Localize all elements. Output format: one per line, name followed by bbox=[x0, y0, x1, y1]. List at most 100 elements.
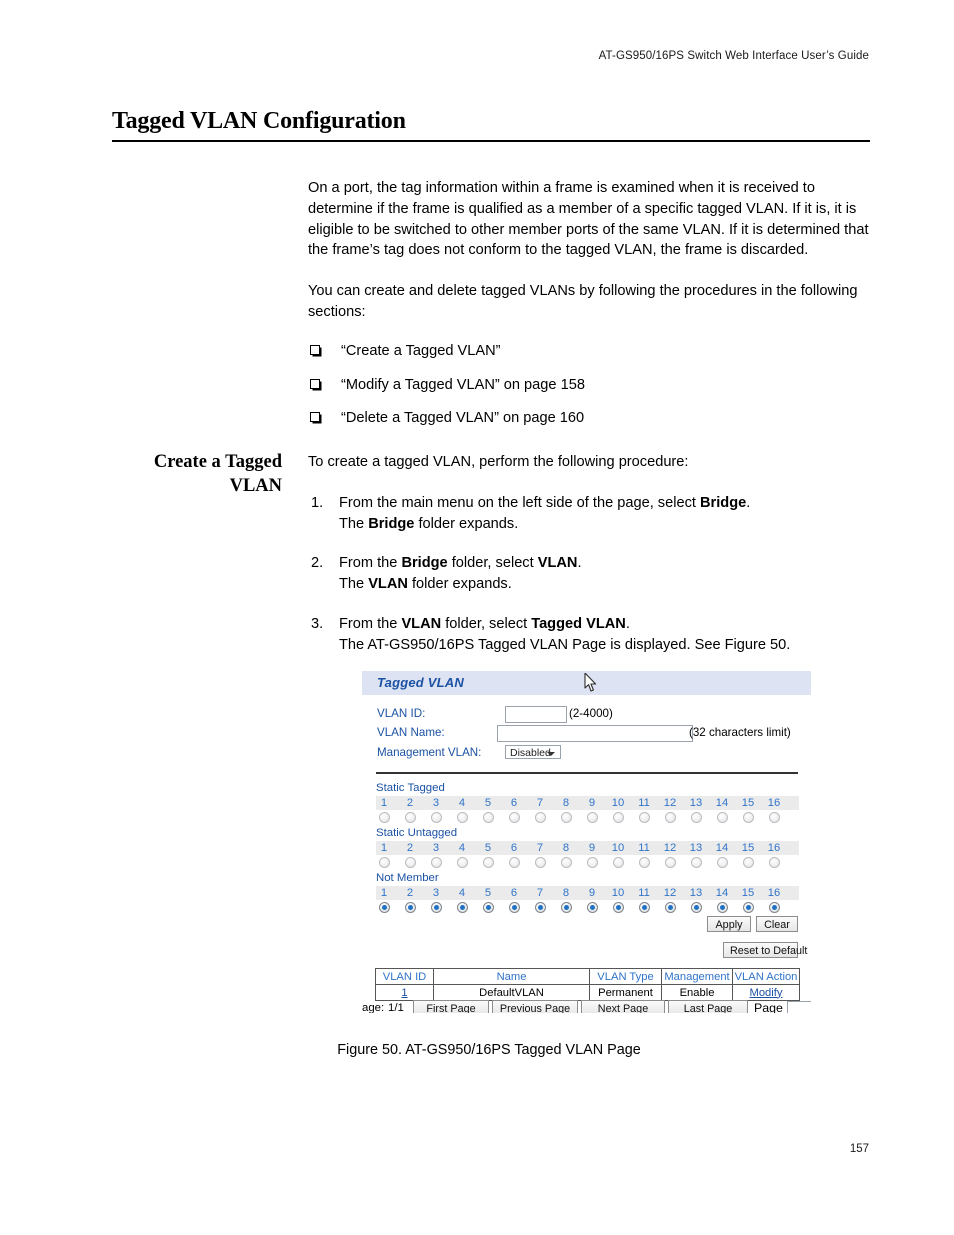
port-radio-1[interactable] bbox=[379, 902, 390, 913]
vlan-name-input[interactable] bbox=[497, 725, 693, 742]
port-number: 9 bbox=[588, 842, 596, 854]
port-group-label: Not Member bbox=[376, 872, 439, 884]
port-number-strip: 1 2 3 4 5 6 7 8 9 10 11 12 13 14 15 16 bbox=[376, 841, 799, 855]
step-line-1: From the main menu on the left side of t… bbox=[339, 493, 874, 514]
port-radio-15[interactable] bbox=[743, 902, 754, 913]
cell-vlan-id: 1 bbox=[375, 984, 434, 1001]
port-radio-1[interactable] bbox=[379, 857, 390, 868]
port-number: 14 bbox=[715, 887, 729, 899]
port-radio-7[interactable] bbox=[535, 812, 546, 823]
port-radio-13[interactable] bbox=[691, 857, 702, 868]
port-number: 5 bbox=[484, 887, 492, 899]
port-radio-14[interactable] bbox=[717, 902, 728, 913]
field-row-management-vlan: Management VLAN: Disabled bbox=[362, 743, 811, 763]
port-number: 14 bbox=[715, 842, 729, 854]
procedure-step-2: 2. From the Bridge folder, select VLAN. … bbox=[308, 553, 874, 595]
port-radio-14[interactable] bbox=[717, 812, 728, 823]
port-radio-7[interactable] bbox=[535, 902, 546, 913]
step-emphasis-2: Tagged VLAN bbox=[531, 615, 626, 632]
port-radio-10[interactable] bbox=[613, 902, 624, 913]
running-header: AT-GS950/16PS Switch Web Interface User’… bbox=[598, 50, 869, 62]
step-line-1: From the Bridge folder, select VLAN. bbox=[339, 553, 874, 574]
port-radio-10[interactable] bbox=[613, 857, 624, 868]
port-radio-10[interactable] bbox=[613, 812, 624, 823]
list-item: “Delete a Tagged VLAN” on page 160 bbox=[308, 408, 874, 429]
table-row: 1 DefaultVLAN Permanent Enable Modify bbox=[375, 984, 800, 1001]
port-radio-9[interactable] bbox=[587, 902, 598, 913]
port-radio-13[interactable] bbox=[691, 902, 702, 913]
table-header-row: VLAN ID Name VLAN Type Management VLAN A… bbox=[375, 968, 800, 985]
port-radio-6[interactable] bbox=[509, 812, 520, 823]
port-radio-5[interactable] bbox=[483, 902, 494, 913]
step-text: From the main menu on the left side of t… bbox=[339, 494, 700, 511]
port-radio-9[interactable] bbox=[587, 857, 598, 868]
port-radio-14[interactable] bbox=[717, 857, 728, 868]
reset-to-default-button[interactable]: Reset to Default bbox=[723, 942, 807, 958]
port-radio-9[interactable] bbox=[587, 812, 598, 823]
port-radio-11[interactable] bbox=[639, 902, 650, 913]
vlan-id-input[interactable] bbox=[505, 706, 567, 723]
port-radio-7[interactable] bbox=[535, 857, 546, 868]
port-radio-6[interactable] bbox=[509, 857, 520, 868]
port-radio-8[interactable] bbox=[561, 902, 572, 913]
port-radio-16[interactable] bbox=[769, 812, 780, 823]
port-radio-4[interactable] bbox=[457, 902, 468, 913]
port-radio-11[interactable] bbox=[639, 857, 650, 868]
port-radio-3[interactable] bbox=[431, 902, 442, 913]
modify-link[interactable]: Modify bbox=[750, 987, 783, 999]
vlan-id-link[interactable]: 1 bbox=[401, 987, 407, 999]
clear-button[interactable]: Clear bbox=[756, 916, 798, 932]
port-radio-2[interactable] bbox=[405, 812, 416, 823]
column-header-management: Management bbox=[661, 968, 733, 985]
port-radio-2[interactable] bbox=[405, 857, 416, 868]
port-number: 16 bbox=[767, 887, 781, 899]
port-radio-12[interactable] bbox=[665, 812, 676, 823]
port-number: 10 bbox=[611, 797, 625, 809]
port-group-static-untagged: Static Untagged 1 2 3 4 5 6 7 8 9 10 11 … bbox=[376, 826, 799, 871]
procedure-step-3: 3. From the VLAN folder, select Tagged V… bbox=[308, 614, 874, 656]
section-side-heading: Create a Tagged VLAN bbox=[110, 450, 282, 498]
port-number: 12 bbox=[663, 842, 677, 854]
port-radio-5[interactable] bbox=[483, 812, 494, 823]
port-radio-8[interactable] bbox=[561, 812, 572, 823]
port-radio-3[interactable] bbox=[431, 812, 442, 823]
port-radio-11[interactable] bbox=[639, 812, 650, 823]
column-header-vlan-type: VLAN Type bbox=[589, 968, 662, 985]
port-radio-1[interactable] bbox=[379, 812, 390, 823]
step-text: The bbox=[339, 576, 369, 593]
port-radio-4[interactable] bbox=[457, 812, 468, 823]
port-radio-15[interactable] bbox=[743, 857, 754, 868]
step-emphasis: Bridge bbox=[401, 555, 448, 572]
port-number: 12 bbox=[663, 887, 677, 899]
port-radio-3[interactable] bbox=[431, 857, 442, 868]
port-radio-13[interactable] bbox=[691, 812, 702, 823]
apply-button[interactable]: Apply bbox=[707, 916, 751, 932]
last-page-button[interactable]: Last Page bbox=[668, 1000, 748, 1013]
port-radio-8[interactable] bbox=[561, 857, 572, 868]
port-number: 1 bbox=[380, 797, 388, 809]
port-radio-2[interactable] bbox=[405, 902, 416, 913]
step-text: From the bbox=[339, 615, 402, 632]
next-page-button[interactable]: Next Page bbox=[581, 1000, 665, 1013]
step-number: 1. bbox=[311, 494, 324, 511]
step-text-tail: . bbox=[746, 494, 751, 511]
port-radio-16[interactable] bbox=[769, 857, 780, 868]
port-radio-12[interactable] bbox=[665, 902, 676, 913]
port-radio-15[interactable] bbox=[743, 812, 754, 823]
port-radio-6[interactable] bbox=[509, 902, 520, 913]
port-number: 8 bbox=[562, 842, 570, 854]
cell-name: DefaultVLAN bbox=[433, 984, 590, 1001]
port-radio-5[interactable] bbox=[483, 857, 494, 868]
port-radio-16[interactable] bbox=[769, 902, 780, 913]
port-number: 8 bbox=[562, 797, 570, 809]
step-text-mid: folder, select bbox=[447, 555, 538, 572]
port-radio-12[interactable] bbox=[665, 857, 676, 868]
vlan-name-label: VLAN Name: bbox=[377, 726, 445, 739]
square-bullet-icon bbox=[310, 412, 320, 423]
previous-page-button[interactable]: Previous Page bbox=[492, 1000, 578, 1013]
management-vlan-select[interactable]: Disabled bbox=[505, 745, 561, 759]
page-number-input[interactable] bbox=[787, 1001, 811, 1013]
first-page-button[interactable]: First Page bbox=[413, 1000, 489, 1013]
port-radio-4[interactable] bbox=[457, 857, 468, 868]
side-heading-line-1: Create a Tagged bbox=[153, 452, 282, 472]
